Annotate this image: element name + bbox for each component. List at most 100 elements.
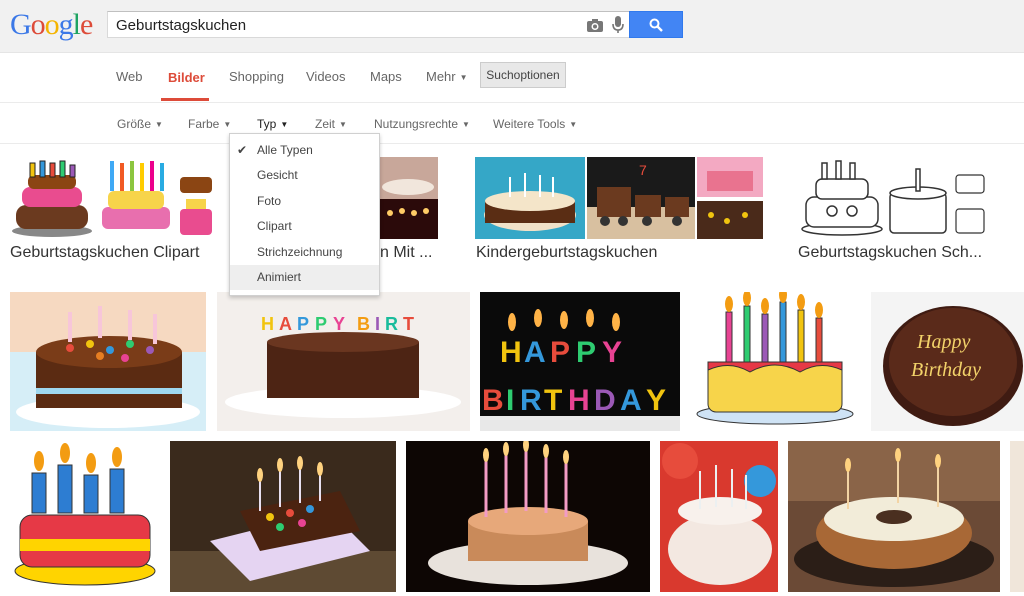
- svg-text:Y: Y: [333, 314, 345, 334]
- svg-text:H: H: [261, 314, 274, 334]
- line-drawing-cake: [955, 174, 985, 234]
- tool-zeit[interactable]: Zeit ▼: [315, 117, 347, 131]
- caret-down-icon: ▼: [223, 120, 232, 129]
- image-result[interactable]: HAPPYBIRT: [217, 292, 470, 431]
- logo-letter: e: [80, 8, 93, 41]
- logo-letter: g: [58, 8, 74, 41]
- caret-down-icon: ▼: [155, 120, 163, 129]
- group-mit-thumb[interactable]: [378, 157, 438, 239]
- tab-bilder[interactable]: Bilder: [168, 70, 205, 85]
- image-result[interactable]: [660, 441, 778, 592]
- castle-cake-photo: [697, 157, 763, 239]
- tool-weitere-tools[interactable]: Weitere Tools ▼: [493, 117, 577, 131]
- tool-label: Größe: [117, 117, 152, 131]
- image-result[interactable]: [10, 292, 206, 431]
- image-result[interactable]: [10, 441, 160, 592]
- type-option-label: Animiert: [257, 270, 302, 284]
- group-kinder-thumb-1[interactable]: [475, 157, 585, 239]
- group-schwarz-thumb-3[interactable]: [950, 157, 990, 239]
- loaf-cake-candles-photo: [170, 456, 396, 592]
- caret-down-icon: ▼: [459, 73, 468, 82]
- type-option-animiert[interactable]: Animiert: [230, 265, 379, 290]
- type-option-label: Alle Typen: [257, 143, 313, 157]
- svg-text:Y: Y: [602, 336, 622, 369]
- tool-nutzungsrechte[interactable]: Nutzungsrechte ▼: [374, 117, 470, 131]
- svg-text:R: R: [520, 384, 542, 417]
- svg-text:7: 7: [639, 162, 647, 178]
- image-result[interactable]: [406, 441, 650, 592]
- image-result[interactable]: [170, 441, 396, 592]
- cake-clipart-image: [696, 292, 854, 425]
- group-clipart-thumb-1[interactable]: [8, 157, 96, 239]
- caret-down-icon: ▼: [280, 120, 289, 129]
- svg-text:I: I: [375, 314, 380, 334]
- image-result[interactable]: HAPPY BIRTHDAY: [480, 292, 680, 431]
- tab-shopping[interactable]: Shopping: [229, 69, 284, 84]
- svg-text:T: T: [544, 384, 562, 417]
- svg-text:P: P: [297, 314, 309, 334]
- group-label-kinder[interactable]: Kindergeburtstagskuchen: [476, 244, 657, 262]
- cake-with-sprinkles-photo: [428, 441, 628, 585]
- svg-text:B: B: [482, 384, 504, 417]
- tool-label: Nutzungsrechte: [374, 117, 459, 131]
- image-result[interactable]: Happy Birthday: [871, 292, 1024, 431]
- tab-maps[interactable]: Maps: [370, 69, 402, 84]
- suchoptionen-button[interactable]: Suchoptionen: [480, 62, 566, 88]
- logo-letter: G: [10, 8, 32, 41]
- tab-mehr[interactable]: Mehr ▼: [426, 69, 468, 84]
- type-option-label: Clipart: [257, 219, 292, 233]
- svg-text:Happy: Happy: [916, 331, 970, 353]
- group-schwarz-thumb-2[interactable]: [886, 157, 950, 239]
- tab-web[interactable]: Web: [116, 69, 143, 84]
- image-result[interactable]: [788, 441, 1000, 592]
- group-kinder-thumb-3[interactable]: [697, 157, 763, 239]
- svg-text:H: H: [568, 384, 590, 417]
- caret-down-icon: ▼: [339, 120, 347, 129]
- group-clipart-thumb-2[interactable]: [96, 157, 176, 239]
- svg-text:A: A: [524, 336, 546, 369]
- svg-text:P: P: [576, 336, 596, 369]
- birthday-candles-photo: HAPPY BIRTHDAY: [480, 309, 680, 431]
- happy-birthday-cake-photo: HAPPYBIRT: [225, 314, 461, 418]
- kids-cake-photo: [484, 173, 576, 231]
- birthday-cake-photo: [378, 157, 438, 239]
- checkmark-icon: ✔: [237, 143, 248, 157]
- google-logo[interactable]: Google: [10, 8, 93, 42]
- image-result[interactable]: [690, 292, 860, 431]
- group-schwarz-thumb-1[interactable]: [798, 157, 886, 239]
- type-dropdown-menu: ✔ Alle Typen Gesicht Foto Clipart Strichz…: [229, 133, 380, 296]
- active-tab-indicator: [161, 98, 209, 101]
- group-clipart-thumb-3[interactable]: [176, 157, 216, 239]
- search-box: [107, 11, 631, 38]
- tab-videos[interactable]: Videos: [306, 69, 346, 84]
- tool-farbe[interactable]: Farbe ▼: [188, 117, 231, 131]
- type-option-clipart[interactable]: Clipart: [230, 214, 379, 239]
- svg-text:R: R: [385, 314, 398, 334]
- microphone-icon[interactable]: [611, 16, 625, 34]
- group-label-mit[interactable]: n Mit ...: [380, 244, 432, 262]
- type-option-foto[interactable]: Foto: [230, 189, 379, 214]
- type-option-alle-typen[interactable]: ✔ Alle Typen: [230, 138, 379, 163]
- type-option-gesicht[interactable]: Gesicht: [230, 163, 379, 188]
- image-result[interactable]: [1010, 441, 1024, 592]
- line-drawing-cake: [889, 168, 947, 234]
- logo-letter: o: [30, 8, 46, 41]
- tool-label: Farbe: [188, 117, 220, 131]
- bundt-cake-photo: [662, 443, 776, 585]
- tool-groesse[interactable]: Größe ▼: [117, 117, 163, 131]
- type-option-label: Foto: [257, 194, 282, 208]
- camera-icon[interactable]: [586, 17, 604, 33]
- cake-with-candies-photo: [10, 292, 206, 428]
- group-label-clipart[interactable]: Geburtstagskuchen Clipart: [10, 244, 199, 262]
- group-label-schwarz[interactable]: Geburtstagskuchen Sch...: [798, 244, 982, 262]
- svg-text:B: B: [357, 314, 370, 334]
- train-cake-photo: 7: [587, 162, 695, 239]
- tool-typ[interactable]: Typ ▼: [257, 117, 288, 131]
- search-input[interactable]: [116, 15, 576, 35]
- line-drawing-cake: [801, 160, 883, 236]
- type-option-strichzeichnung[interactable]: Strichzeichnung: [230, 240, 379, 265]
- caret-down-icon: ▼: [462, 120, 470, 129]
- search-button[interactable]: [629, 11, 683, 38]
- group-kinder-thumb-2[interactable]: 7: [587, 157, 695, 239]
- ring-cake-photo: [788, 441, 1000, 587]
